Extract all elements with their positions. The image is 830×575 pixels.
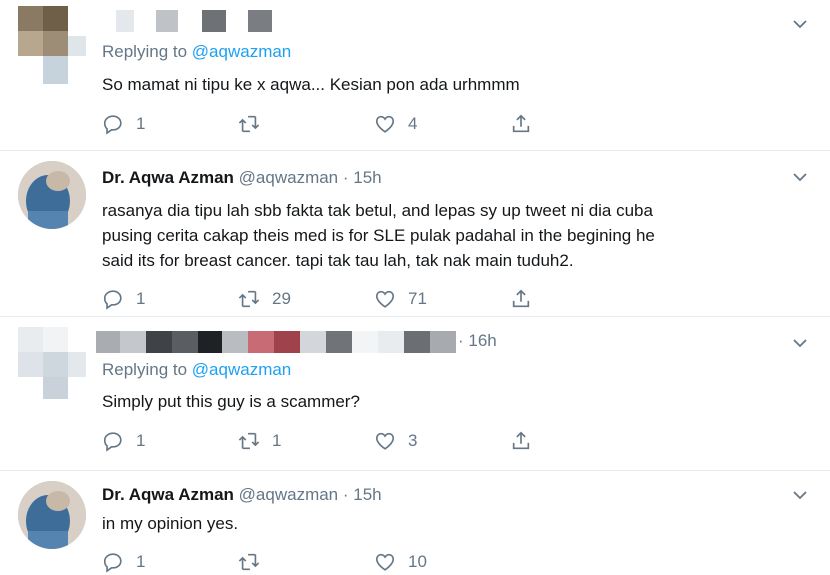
timestamp[interactable]: · 15h: [343, 168, 382, 187]
reply-icon: [103, 432, 122, 452]
avatar[interactable]: [18, 161, 86, 229]
tweet-actions: 1 10: [102, 550, 562, 574]
tweet-author: Dr. Aqwa Azman @aqwazman · 15h: [102, 168, 382, 188]
like-icon: [375, 553, 395, 571]
tweet-text: in my opinion yes.: [102, 514, 239, 533]
replying-to: Replying to @aqwazman: [102, 42, 291, 62]
retweet-icon: [238, 432, 260, 450]
share-icon: [512, 289, 530, 308]
share-icon: [512, 114, 530, 133]
avatar[interactable]: [18, 6, 86, 84]
display-name[interactable]: Dr. Aqwa Azman: [102, 168, 234, 187]
like-icon: [375, 432, 395, 450]
retweet-icon: [238, 115, 260, 133]
chevron-down-icon[interactable]: [792, 16, 808, 32]
like-icon: [375, 115, 395, 133]
tweet-1[interactable]: Replying to @aqwazman So mamat ni tipu k…: [0, 0, 830, 150]
reply-count: 1: [136, 552, 146, 571]
reply-button[interactable]: 1: [102, 550, 145, 574]
avatar[interactable]: [18, 327, 86, 399]
like-button[interactable]: 4: [374, 112, 417, 136]
like-button[interactable]: 71: [374, 287, 427, 311]
share-button[interactable]: [510, 112, 544, 136]
replying-to-prefix: Replying to: [102, 42, 188, 61]
tweet-text: So mamat ni tipu ke x aqwa... Kesian pon…: [102, 75, 520, 94]
share-button[interactable]: [510, 287, 544, 311]
retweet-count: 1: [272, 431, 282, 450]
reply-button[interactable]: 1: [102, 112, 145, 136]
chevron-down-icon[interactable]: [792, 335, 808, 351]
tweet-text: Simply put this guy is a scammer?: [102, 392, 360, 411]
tweet-actions: 1 1 3: [102, 429, 562, 453]
tweet-2[interactable]: Dr. Aqwa Azman @aqwazman · 15h rasanya d…: [0, 151, 830, 316]
tweet-text-line: said its for breast cancer. tapi tak tau…: [102, 251, 574, 270]
handle[interactable]: @aqwazman: [239, 168, 338, 187]
retweet-button[interactable]: [238, 550, 272, 574]
reply-button[interactable]: 1: [102, 287, 145, 311]
like-icon: [375, 290, 395, 308]
redacted-username: [96, 331, 456, 353]
retweet-icon: [238, 290, 260, 308]
reply-count: 1: [136, 431, 146, 450]
retweet-button[interactable]: 29: [238, 287, 291, 311]
reply-icon: [103, 115, 122, 135]
redacted-username: [100, 10, 272, 32]
retweet-icon: [238, 553, 260, 571]
like-button[interactable]: 10: [374, 550, 427, 574]
timestamp[interactable]: · 16h: [458, 331, 497, 350]
like-count: 10: [408, 552, 427, 571]
like-button[interactable]: 3: [374, 429, 417, 453]
timestamp[interactable]: · 15h: [343, 485, 382, 504]
chevron-down-icon[interactable]: [792, 487, 808, 503]
share-button[interactable]: [510, 429, 544, 453]
chevron-down-icon[interactable]: [792, 169, 808, 185]
mention-link[interactable]: @aqwazman: [192, 360, 291, 379]
replying-to-prefix: Replying to: [102, 360, 188, 379]
handle[interactable]: @aqwazman: [239, 485, 338, 504]
like-count: 71: [408, 289, 427, 308]
tweet-text-line: rasanya dia tipu lah sbb fakta tak betul…: [102, 201, 653, 220]
tweet-3[interactable]: · 16h Replying to @aqwazman Simply put t…: [0, 317, 830, 470]
tweet-text-line: pusing cerita cakap theis med is for SLE…: [102, 226, 655, 245]
like-count: 4: [408, 114, 418, 133]
retweet-count: 29: [272, 289, 291, 308]
like-count: 3: [408, 431, 418, 450]
reply-icon: [103, 290, 122, 310]
tweet-text: rasanya dia tipu lah sbb fakta tak betul…: [102, 198, 802, 273]
retweet-button[interactable]: [238, 112, 272, 136]
share-icon: [512, 431, 530, 450]
retweet-button[interactable]: 1: [238, 429, 281, 453]
display-name[interactable]: Dr. Aqwa Azman: [102, 485, 234, 504]
reply-icon: [103, 553, 122, 573]
tweet-actions: 1 4: [102, 112, 562, 136]
reply-count: 1: [136, 289, 146, 308]
tweet-actions: 1 29 71: [102, 287, 562, 311]
replying-to: Replying to @aqwazman: [102, 360, 291, 380]
avatar[interactable]: [18, 481, 86, 549]
avatar-photo: [18, 161, 86, 229]
tweet-author: Dr. Aqwa Azman @aqwazman · 15h: [102, 485, 382, 505]
reply-button[interactable]: 1: [102, 429, 145, 453]
tweet-4[interactable]: Dr. Aqwa Azman @aqwazman · 15h in my opi…: [0, 471, 830, 575]
avatar-photo: [18, 481, 86, 549]
tweet-author: · 16h: [458, 331, 497, 351]
reply-count: 1: [136, 114, 146, 133]
mention-link[interactable]: @aqwazman: [192, 42, 291, 61]
